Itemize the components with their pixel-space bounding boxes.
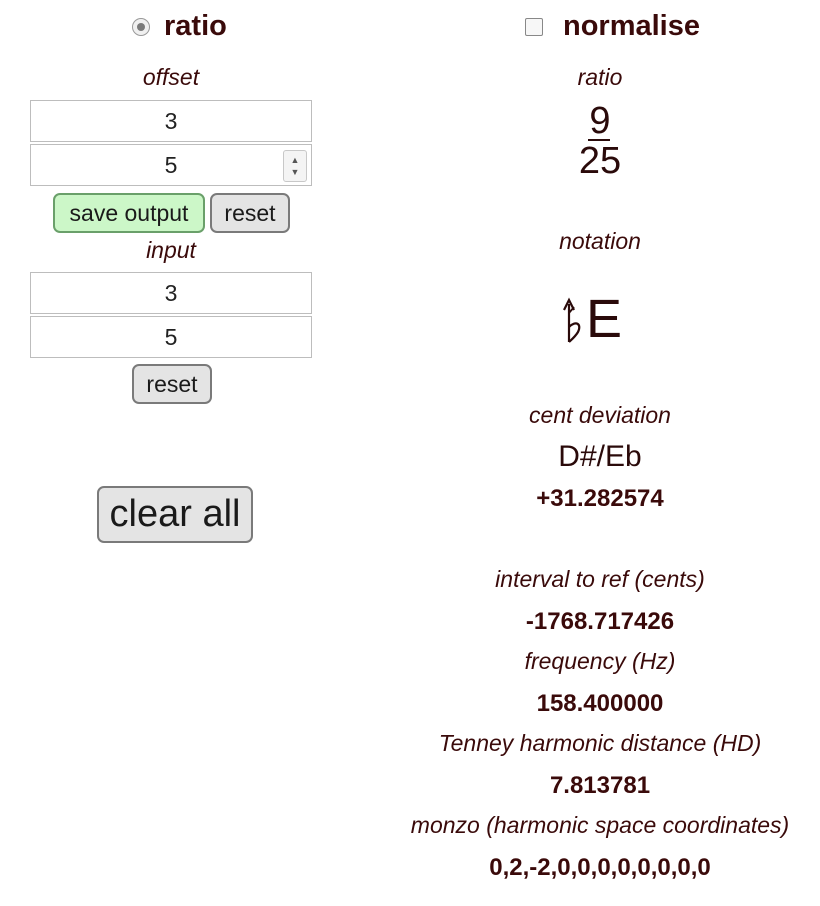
clear-all-button[interactable]: clear all	[97, 486, 253, 543]
normalise-option[interactable]: normalise	[525, 10, 700, 43]
ratio-radio[interactable]	[132, 17, 150, 36]
normalise-label: normalise	[563, 10, 700, 42]
input-numerator-input[interactable]: 3	[30, 272, 312, 314]
frequency-label: frequency (Hz)	[524, 648, 676, 674]
cent-deviation-value: +31.282574	[536, 485, 664, 512]
offset-reset-button[interactable]: reset	[210, 193, 290, 233]
tenney-label: Tenney harmonic distance (HD)	[438, 730, 762, 756]
interval-value: -1768.717426	[525, 608, 675, 635]
nearest-note: D#/Eb	[558, 440, 642, 473]
input-label: input	[146, 237, 196, 263]
offset-numerator-input[interactable]: 3	[30, 100, 312, 142]
frequency-value: 158.400000	[536, 690, 664, 717]
offset-denominator-input[interactable]: 5 ▲ ▼	[30, 144, 312, 186]
input-reset-button[interactable]: reset	[132, 364, 212, 404]
ratio-label: ratio	[577, 64, 623, 90]
spin-down-icon[interactable]: ▼	[291, 166, 300, 178]
arrow-up-flat-icon	[563, 297, 581, 343]
monzo-label: monzo (harmonic space coordinates)	[410, 812, 790, 838]
offset-denominator-spinner[interactable]: ▲ ▼	[283, 150, 307, 182]
notation-label: notation	[559, 228, 641, 254]
interval-label: interval to ref (cents)	[495, 566, 705, 592]
ratio-mode-label: ratio	[164, 10, 227, 42]
input-denominator-input[interactable]: 5	[30, 316, 312, 358]
note-letter: E	[586, 289, 623, 349]
ratio-mode-option[interactable]: ratio	[132, 10, 227, 43]
cent-deviation-label: cent deviation	[529, 402, 671, 428]
offset-denominator-value: 5	[164, 151, 178, 178]
monzo-value: 0,2,-2,0,0,0,0,0,0,0,0	[489, 854, 711, 881]
ratio-numerator: 9	[589, 100, 611, 142]
ratio-denominator: 25	[578, 140, 622, 182]
offset-label: offset	[142, 64, 200, 90]
note-notation: E	[560, 292, 622, 346]
tenney-value: 7.813781	[549, 772, 651, 799]
normalise-checkbox[interactable]	[525, 17, 543, 36]
spin-up-icon[interactable]: ▲	[291, 154, 300, 166]
save-output-button[interactable]: save output	[53, 193, 205, 233]
